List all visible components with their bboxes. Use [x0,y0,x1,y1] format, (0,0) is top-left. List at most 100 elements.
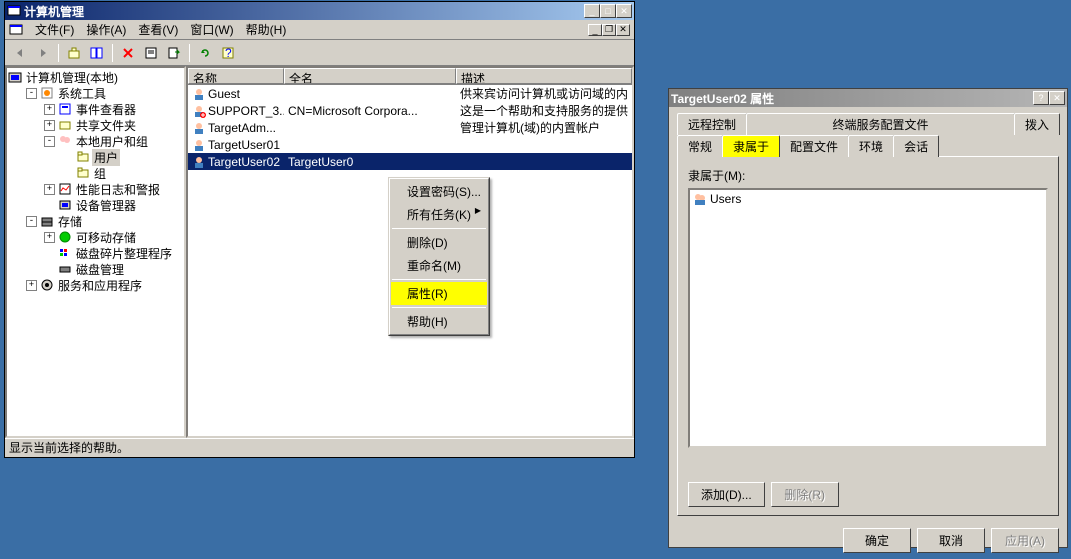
toolbar: ? [5,40,634,66]
tree-eventviewer[interactable]: +事件查看器 [8,101,183,117]
list-row[interactable]: TargetUser02 TargetUser0 [188,153,632,170]
show-hide-button[interactable] [86,42,108,64]
menu-action[interactable]: 操作(A) [80,19,132,40]
mdi-restore-button[interactable]: ❐ [602,24,616,36]
dialog-body: 远程控制 终端服务配置文件 拨入 常规 隶属于 配置文件 环境 会话 隶属于(M… [669,107,1067,522]
tree-storage[interactable]: -存储 [8,213,183,229]
group-icon [693,192,707,206]
window-title: 计算机管理 [24,3,584,20]
tree-root[interactable]: 计算机管理(本地) [8,69,183,85]
user-disabled-icon [192,104,206,118]
statusbar: 显示当前选择的帮助。 [5,438,634,456]
tree-panel[interactable]: 计算机管理(本地) -系统工具 +事件查看器 +共享文件夹 -本地用户和组 用户… [5,66,186,438]
cm-properties[interactable]: 属性(R) [391,282,487,305]
list-row[interactable]: Guest 供来宾访问计算机或访问域的内 [188,85,632,102]
apply-button[interactable]: 应用(A) [991,528,1059,553]
user-icon [192,155,206,169]
menubar: 文件(F) 操作(A) 查看(V) 窗口(W) 帮助(H) _ ❐ ✕ [5,20,634,40]
menu-view[interactable]: 查看(V) [132,19,184,40]
close-button[interactable]: ✕ [1049,91,1065,105]
status-text: 显示当前选择的帮助。 [9,439,129,456]
menu-file[interactable]: 文件(F) [29,19,80,40]
menu-help[interactable]: 帮助(H) [240,19,293,40]
svg-text:?: ? [225,46,232,60]
properties-dialog: TargetUser02 属性 ? ✕ 远程控制 终端服务配置文件 拨入 常规 … [668,88,1068,548]
dialog-titlebar[interactable]: TargetUser02 属性 ? ✕ [669,89,1067,107]
remove-button[interactable]: 删除(R) [771,482,839,507]
cm-delete[interactable]: 删除(D) [391,231,487,254]
tree-defrag[interactable]: 磁盘碎片整理程序 [8,245,183,261]
expand-icon[interactable]: + [44,104,55,115]
expand-icon[interactable]: + [26,280,37,291]
tree-groups[interactable]: 组 [8,165,183,181]
minimize-button[interactable]: _ [584,4,600,18]
column-desc[interactable]: 描述 [456,68,632,84]
tab-content: 隶属于(M): Users 添加(D)... 删除(R) [677,156,1059,516]
memberof-label: 隶属于(M): [688,167,1048,184]
tree-diskmgr[interactable]: 磁盘管理 [8,261,183,277]
tree-users[interactable]: 用户 [8,149,183,165]
app-icon [7,4,21,18]
delete-button[interactable] [117,42,139,64]
expand-icon[interactable]: + [44,120,55,131]
user-icon [192,121,206,135]
user-icon [192,87,206,101]
tab-session[interactable]: 会话 [893,135,939,157]
tree-removable[interactable]: +可移动存储 [8,229,183,245]
up-button[interactable] [63,42,85,64]
tab-env[interactable]: 环境 [848,135,894,157]
expand-icon[interactable]: + [44,184,55,195]
column-fullname[interactable]: 全名 [284,68,456,84]
tree-systools[interactable]: -系统工具 [8,85,183,101]
mdi-icon[interactable] [9,23,23,37]
export-button[interactable] [163,42,185,64]
help-button[interactable]: ? [217,42,239,64]
submenu-arrow-icon: ▶ [475,206,481,215]
mdi-close-button[interactable]: ✕ [616,24,630,36]
forward-button[interactable] [32,42,54,64]
add-button[interactable]: 添加(D)... [688,482,765,507]
tree-shared[interactable]: +共享文件夹 [8,117,183,133]
computer-management-window: 计算机管理 _ □ ✕ 文件(F) 操作(A) 查看(V) 窗口(W) 帮助(H… [4,1,635,458]
collapse-icon[interactable]: - [26,88,37,99]
cm-set-password[interactable]: 设置密码(S)... [391,180,487,203]
cancel-button[interactable]: 取消 [917,528,985,553]
cm-help[interactable]: 帮助(H) [391,310,487,333]
context-menu: 设置密码(S)... 所有任务(K)▶ 删除(D) 重命名(M) 属性(R) 帮… [388,177,490,336]
refresh-button[interactable] [194,42,216,64]
list-row[interactable]: TargetUser01 [188,136,632,153]
listbox-item[interactable]: Users [691,191,1045,207]
tree-services[interactable]: +服务和应用程序 [8,277,183,293]
collapse-icon[interactable]: - [26,216,37,227]
tab-tsprofile[interactable]: 终端服务配置文件 [746,113,1015,135]
user-icon [192,138,206,152]
titlebar[interactable]: 计算机管理 _ □ ✕ [5,2,634,20]
tree-perflogs[interactable]: +性能日志和警报 [8,181,183,197]
menu-window[interactable]: 窗口(W) [184,19,239,40]
mdi-minimize-button[interactable]: _ [588,24,602,36]
tab-general[interactable]: 常规 [677,135,723,157]
tab-remote[interactable]: 远程控制 [677,113,747,135]
collapse-icon[interactable]: - [44,136,55,147]
tree-localusers[interactable]: -本地用户和组 [8,133,183,149]
ok-button[interactable]: 确定 [843,528,911,553]
tabs: 远程控制 终端服务配置文件 拨入 常规 隶属于 配置文件 环境 会话 [677,113,1059,157]
list-row[interactable]: TargetAdm... 管理计算机(域)的内置帐户 [188,119,632,136]
properties-button[interactable] [140,42,162,64]
column-name[interactable]: 名称 [188,68,284,84]
list-header: 名称 全名 描述 [188,68,632,85]
dialog-title: TargetUser02 属性 [671,90,1033,107]
tab-dialin[interactable]: 拨入 [1014,113,1060,135]
cm-all-tasks[interactable]: 所有任务(K)▶ [391,203,487,226]
help-button[interactable]: ? [1033,91,1049,105]
close-button[interactable]: ✕ [616,4,632,18]
tree-devmgr[interactable]: 设备管理器 [8,197,183,213]
maximize-button[interactable]: □ [600,4,616,18]
cm-rename[interactable]: 重命名(M) [391,254,487,277]
list-row[interactable]: SUPPORT_3... CN=Microsoft Corpora... 这是一… [188,102,632,119]
memberof-listbox[interactable]: Users [688,188,1048,448]
expand-icon[interactable]: + [44,232,55,243]
tab-profile[interactable]: 配置文件 [779,135,849,157]
tab-memberof[interactable]: 隶属于 [722,135,780,157]
back-button[interactable] [9,42,31,64]
